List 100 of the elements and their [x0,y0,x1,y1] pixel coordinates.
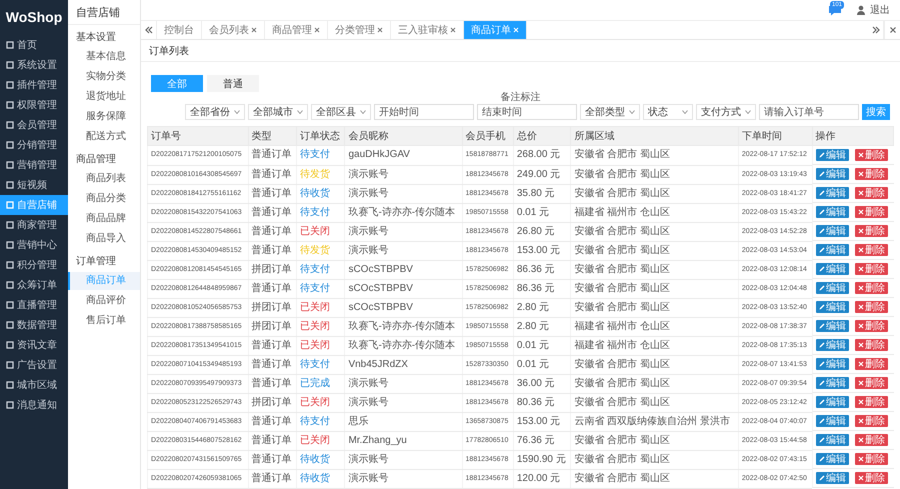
dropdown[interactable]: 全部城市 [248,104,308,120]
sidebar-item[interactable]: 数据管理 [0,315,68,335]
sidebar-item[interactable]: 积分管理 [0,255,68,275]
delete-button[interactable]: 删除 [855,320,888,332]
subnav-item[interactable]: 基本信息 [68,48,140,66]
delete-button[interactable]: 删除 [855,434,888,446]
subnav-item[interactable]: 商品订单 [68,272,140,290]
dropdown[interactable]: 状态 [643,104,693,120]
delete-button[interactable]: 删除 [855,225,888,237]
edit-button[interactable]: 编辑 [816,282,850,294]
subnav-item[interactable]: 实物分类 [68,68,140,86]
subnav-item[interactable]: 商品品牌 [68,210,140,228]
delete-button[interactable]: 删除 [855,244,888,256]
table-cell: 演示账号 [344,393,462,412]
subnav-item[interactable]: 配送方式 [68,128,140,146]
delete-button[interactable]: 删除 [855,149,888,161]
delete-button[interactable]: 删除 [855,206,888,218]
sidebar-item[interactable]: 系统设置 [0,55,68,75]
sidebar-item[interactable]: 自营店铺 [0,195,68,215]
delete-button[interactable]: 删除 [855,415,888,427]
sidebar-item[interactable]: 众筹订单 [0,275,68,295]
sidebar-item[interactable]: 资讯文章 [0,335,68,355]
status-text: 待收货 [296,184,345,203]
table-cell: 86.36 元 [513,260,571,279]
delete-button[interactable]: 删除 [855,301,888,313]
dropdown[interactable]: 全部省份 [185,104,245,120]
subnav-item[interactable]: 商品分类 [68,190,140,208]
edit-button[interactable]: 编辑 [816,168,850,180]
sidebar-item[interactable]: 分销管理 [0,135,68,155]
delete-button[interactable]: 删除 [855,472,888,484]
edit-button[interactable]: 编辑 [816,434,850,446]
sidebar-item[interactable]: 营销管理 [0,155,68,175]
delete-button[interactable]: 删除 [855,263,888,275]
tab[interactable]: 商品管理 [265,21,328,39]
delete-button[interactable]: 删除 [855,377,888,389]
sidebar-item[interactable]: 营销中心 [0,235,68,255]
table-cell: 153.00 元 [513,241,571,260]
table-cell: 安徽省 合肥市 蜀山区 [570,165,738,184]
column-header: 会员昵称 [344,126,462,146]
pencil-icon [819,285,826,291]
delete-button[interactable]: 删除 [855,396,888,408]
edit-button[interactable]: 编辑 [816,339,850,351]
tab[interactable]: 会员列表 [202,21,265,39]
dropdown[interactable]: 支付方式 [696,104,756,120]
tab[interactable]: 商品订单 [464,21,527,39]
sidebar-item[interactable]: 消息通知 [0,395,68,415]
status-text: 已完成 [296,374,345,393]
delete-button[interactable]: 删除 [855,187,888,199]
delete-button[interactable]: 删除 [855,282,888,294]
edit-button[interactable]: 编辑 [816,301,850,313]
delete-button[interactable]: 删除 [855,168,888,180]
sidebar-item[interactable]: 广告设置 [0,355,68,375]
edit-button[interactable]: 编辑 [816,263,850,275]
input-field[interactable]: 开始时间 [374,104,474,120]
edit-button[interactable]: 编辑 [816,377,850,389]
input-field[interactable]: 请输入订单号 [759,104,859,120]
subnav-item[interactable]: 商品列表 [68,170,140,188]
subnav-item[interactable]: 售后订单 [68,312,140,330]
square-icon [6,241,14,249]
dropdown[interactable]: 全部类型 [580,104,640,120]
subnav-item[interactable]: 商品导入 [68,230,140,248]
column-header: 下单时间 [738,126,812,146]
edit-button[interactable]: 编辑 [816,453,850,465]
edit-button[interactable]: 编辑 [816,149,850,161]
delete-button[interactable]: 删除 [855,453,888,465]
edit-button[interactable]: 编辑 [816,396,850,408]
subnav-item[interactable]: 商品评价 [68,292,140,310]
sidebar-item[interactable]: 短视频 [0,175,68,195]
dropdown[interactable]: 全部区县 [311,104,371,120]
sidebar-item[interactable]: 直播管理 [0,295,68,315]
delete-button[interactable]: 删除 [855,339,888,351]
subnav-item[interactable]: 退货地址 [68,88,140,106]
search-button[interactable]: 搜索 [862,104,890,120]
sidebar-item[interactable]: 首页 [0,35,68,55]
sidebar-item[interactable]: 会员管理 [0,115,68,135]
table-cell: 安徽省 合肥市 蜀山区 [570,260,738,279]
input-field[interactable]: 结束时间 [477,104,577,120]
sidebar-item[interactable]: 插件管理 [0,75,68,95]
edit-button[interactable]: 编辑 [816,358,850,370]
close-icon [858,171,864,177]
subnav-item[interactable]: 服务保障 [68,108,140,126]
close-icon [858,247,864,253]
edit-button[interactable]: 编辑 [816,187,850,199]
delete-button[interactable]: 删除 [855,358,888,370]
tab[interactable]: 控制台 [157,21,202,39]
edit-button[interactable]: 编辑 [816,320,850,332]
edit-button[interactable]: 编辑 [816,206,850,218]
sidebar-item[interactable]: 商家管理 [0,215,68,235]
edit-button[interactable]: 编辑 [816,244,850,256]
edit-button[interactable]: 编辑 [816,225,850,237]
logout-link[interactable]: 退出 [870,3,890,17]
sidebar-item[interactable]: 城市区域 [0,375,68,395]
close-icon [858,380,864,386]
filter-button[interactable]: 普通 [207,75,259,92]
edit-button[interactable]: 编辑 [816,415,850,427]
edit-button[interactable]: 编辑 [816,472,850,484]
status-text: 待收货 [296,450,345,469]
tab[interactable]: 分类管理 [328,21,391,39]
filter-button[interactable]: 全部 [151,75,203,92]
sidebar-item[interactable]: 权限管理 [0,95,68,115]
